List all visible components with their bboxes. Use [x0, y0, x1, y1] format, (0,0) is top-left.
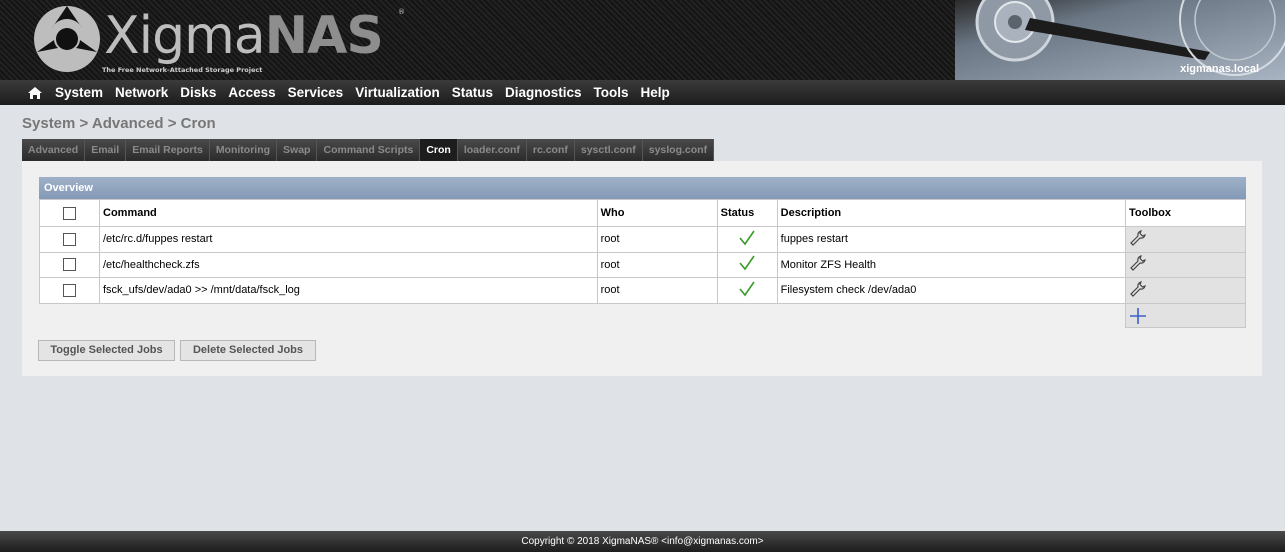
nav-access[interactable]: Access: [228, 85, 275, 100]
header-banner: XigmaNAS ® The Free Network-Attached Sto…: [0, 0, 1285, 80]
delete-selected-jobs-button[interactable]: Delete Selected Jobs: [180, 340, 316, 361]
logo-registered-mark: ®: [398, 8, 405, 16]
row-select-cell: [39, 226, 100, 253]
wrench-icon[interactable]: [1129, 254, 1147, 272]
nav-virtualization[interactable]: Virtualization: [355, 85, 440, 100]
overview-title: Overview: [39, 177, 1246, 199]
cell-status: [716, 251, 778, 278]
row-select-cell: [39, 277, 100, 304]
tab-loader-conf[interactable]: loader.conf: [457, 139, 527, 161]
tab-email-reports[interactable]: Email Reports: [126, 139, 210, 161]
breadcrumb: System > Advanced > Cron: [22, 115, 216, 132]
cell-description: Filesystem check /dev/ada0: [776, 277, 1127, 304]
add-job-cell: [1125, 303, 1246, 328]
wrench-icon[interactable]: [1129, 280, 1147, 298]
home-icon[interactable]: [27, 85, 45, 101]
cell-status: [716, 277, 778, 304]
nav-status[interactable]: Status: [452, 85, 493, 100]
toggle-selected-jobs-button[interactable]: Toggle Selected Jobs: [38, 340, 175, 361]
cell-command: fsck_ufs/dev/ada0 >> /mnt/data/fsck_log: [99, 277, 598, 304]
nav-diagnostics[interactable]: Diagnostics: [505, 85, 582, 100]
main-nav: System Network Disks Access Services Vir…: [0, 80, 1285, 105]
logo-subtitle: The Free Network-Attached Storage Projec…: [102, 66, 263, 74]
nav-tools[interactable]: Tools: [594, 85, 629, 100]
table-header-row: Command Who Status Description Toolbox: [39, 199, 1246, 227]
tab-bar: Advanced Email Email Reports Monitoring …: [22, 139, 715, 161]
cell-who: root: [596, 251, 718, 278]
check-icon: [739, 255, 755, 271]
nav-system[interactable]: System: [55, 85, 103, 100]
table-row: /etc/healthcheck.zfs root Monitor ZFS He…: [39, 251, 1246, 278]
row-select-cell: [39, 251, 100, 278]
wrench-icon[interactable]: [1129, 229, 1147, 247]
logo-text-nas: NAS: [264, 6, 384, 66]
select-all-checkbox[interactable]: [63, 206, 76, 220]
footer-copyright: Copyright © 2018 XigmaNAS® <info@xigmana…: [0, 531, 1285, 552]
column-status: Status: [716, 199, 778, 227]
cell-toolbox: [1125, 226, 1246, 253]
content-panel: Overview Command Who Status Description …: [22, 161, 1262, 376]
cell-who: root: [596, 226, 718, 253]
column-command: Command: [99, 199, 598, 227]
nav-services[interactable]: Services: [288, 85, 344, 100]
logo[interactable]: XigmaNAS ® The Free Network-Attached Sto…: [32, 4, 405, 76]
tab-rc-conf[interactable]: rc.conf: [526, 139, 575, 161]
tab-cron[interactable]: Cron: [420, 139, 458, 161]
cell-command: /etc/healthcheck.zfs: [99, 251, 598, 278]
column-description: Description: [776, 199, 1127, 227]
row-checkbox[interactable]: [63, 283, 76, 297]
nav-network[interactable]: Network: [115, 85, 168, 100]
nav-help[interactable]: Help: [641, 85, 670, 100]
row-checkbox[interactable]: [63, 258, 76, 272]
cron-jobs-table: Command Who Status Description Toolbox /…: [39, 199, 1246, 304]
check-icon: [739, 281, 755, 297]
logo-text-xigma: Xigma: [104, 6, 266, 66]
cell-toolbox: [1125, 277, 1246, 304]
cell-who: root: [596, 277, 718, 304]
column-toolbox: Toolbox: [1125, 199, 1246, 227]
logo-mark-icon: [32, 4, 102, 74]
hostname: xigmanas.local: [1180, 63, 1259, 75]
tab-email[interactable]: Email: [85, 139, 127, 161]
tab-command-scripts[interactable]: Command Scripts: [317, 139, 421, 161]
cell-command: /etc/rc.d/fuppes restart: [99, 226, 598, 253]
row-checkbox[interactable]: [63, 232, 76, 246]
cell-description: fuppes restart: [776, 226, 1127, 253]
tab-syslog-conf[interactable]: syslog.conf: [642, 139, 715, 161]
nav-disks[interactable]: Disks: [180, 85, 216, 100]
table-row: /etc/rc.d/fuppes restart root fuppes res…: [39, 226, 1246, 253]
cell-status: [716, 226, 778, 253]
check-icon: [739, 230, 755, 246]
plus-icon[interactable]: [1129, 307, 1147, 325]
table-row: fsck_ufs/dev/ada0 >> /mnt/data/fsck_log …: [39, 277, 1246, 304]
tab-sysctl-conf[interactable]: sysctl.conf: [574, 139, 643, 161]
select-all-cell: [39, 199, 100, 227]
tab-swap[interactable]: Swap: [277, 139, 318, 161]
cell-toolbox: [1125, 251, 1246, 278]
tab-monitoring[interactable]: Monitoring: [209, 139, 278, 161]
column-who: Who: [596, 199, 718, 227]
tab-advanced[interactable]: Advanced: [22, 139, 86, 161]
cell-description: Monitor ZFS Health: [776, 251, 1127, 278]
